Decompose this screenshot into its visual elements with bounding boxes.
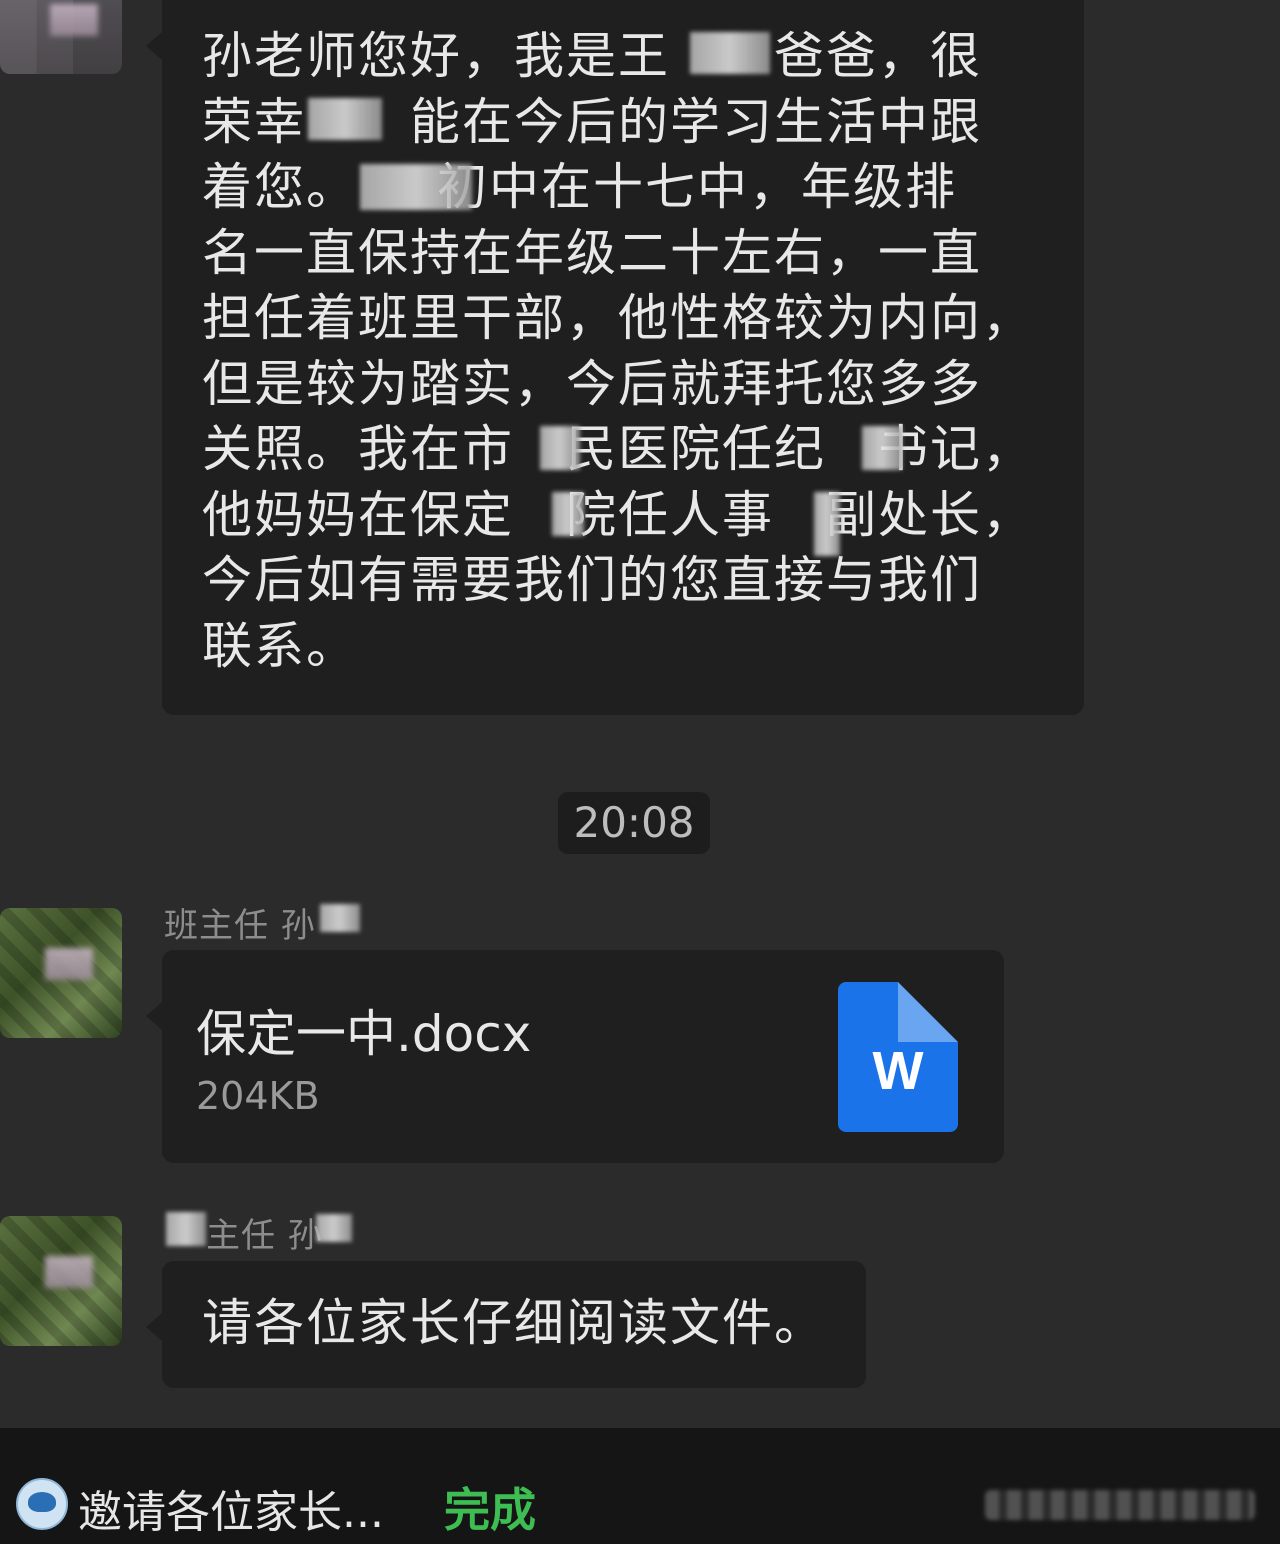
redaction bbox=[690, 32, 770, 74]
done-button[interactable]: 完成 bbox=[444, 1474, 536, 1540]
redaction bbox=[316, 1214, 352, 1242]
redaction bbox=[862, 426, 902, 470]
graduation-cap-icon bbox=[16, 1478, 68, 1530]
bottom-notification-bar: 邀请各位家长... 完成 bbox=[0, 1428, 1280, 1544]
teacher-avatar[interactable] bbox=[0, 908, 122, 1038]
redaction bbox=[166, 1212, 206, 1246]
message-timestamp: 20:08 bbox=[558, 792, 710, 854]
avatar-blur bbox=[50, 4, 98, 36]
notification-text[interactable]: 邀请各位家长... bbox=[78, 1476, 384, 1540]
avatar-blur bbox=[45, 948, 93, 980]
teacher-avatar[interactable] bbox=[0, 1216, 122, 1346]
file-size: 204KB bbox=[196, 1074, 320, 1118]
page-fold bbox=[898, 982, 958, 1042]
sender-name: 主任 孙 bbox=[206, 1216, 323, 1256]
redaction bbox=[814, 492, 840, 556]
word-document-icon: W bbox=[838, 982, 958, 1132]
message-bubble-teacher[interactable]: 请各位家长仔细阅读文件。 bbox=[146, 1261, 866, 1388]
redaction bbox=[360, 164, 472, 210]
avatar-blur bbox=[45, 1256, 93, 1288]
file-message-bubble[interactable]: 保定一中.docx 204KB W bbox=[146, 950, 1004, 1163]
file-name: 保定一中.docx bbox=[196, 1005, 532, 1063]
parent-avatar[interactable] bbox=[0, 0, 122, 74]
message-bubble-parent[interactable]: 孙老师您好，我是王 爸爸，很 荣幸 能在今后的学习生活中跟 着您。 初中在十七中… bbox=[146, 0, 1084, 715]
redaction bbox=[552, 492, 584, 536]
redaction bbox=[320, 904, 360, 932]
sender-name: 班主任 孙 bbox=[164, 906, 316, 946]
redaction bbox=[540, 426, 580, 470]
watermark bbox=[985, 1490, 1255, 1520]
word-icon-letter: W bbox=[872, 1041, 924, 1101]
message-text: 请各位家长仔细阅读文件。 bbox=[202, 1294, 826, 1352]
redaction bbox=[308, 98, 382, 140]
